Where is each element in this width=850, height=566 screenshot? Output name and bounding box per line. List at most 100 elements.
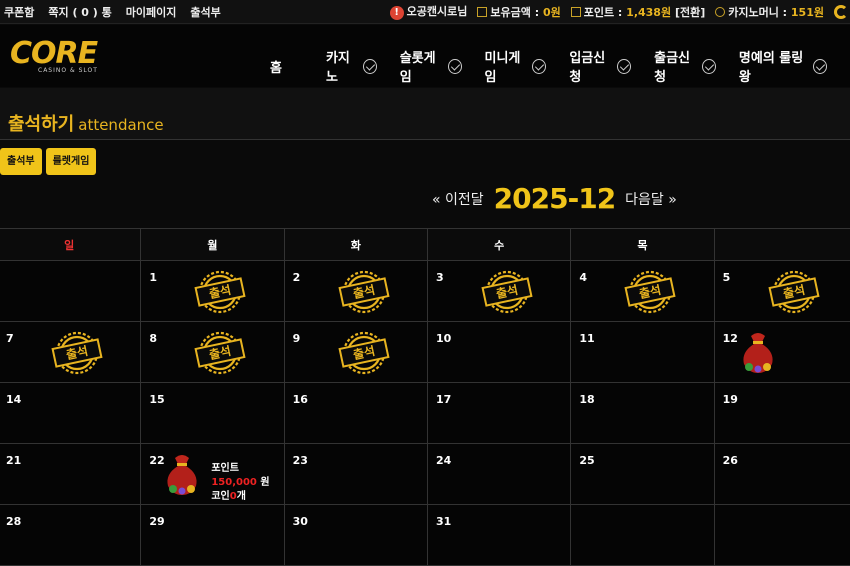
calendar-day-cell: 28	[0, 505, 142, 566]
calendar-day-cell: 9 출석	[284, 322, 428, 383]
casino-money-label: 카지노머니 :	[728, 5, 788, 19]
day-number: 19	[722, 393, 738, 406]
day-number: 2	[292, 271, 301, 284]
reward-info: 포인트 150,000 원 코인0개	[211, 462, 269, 504]
points-icon	[570, 6, 581, 17]
day-number: 7	[6, 332, 14, 345]
menu-deposit[interactable]: 입금신청	[569, 47, 632, 85]
reward-type: 포인트	[211, 463, 239, 474]
weekday-sun: 일	[0, 228, 142, 261]
prev-month-link[interactable]: « 이전달	[432, 189, 484, 209]
menu-label: 카지노	[325, 51, 350, 85]
reward-bag-icon	[739, 330, 777, 374]
mypage-link[interactable]: 마이페이지	[126, 4, 177, 20]
calendar-day-cell: 29	[141, 505, 285, 566]
attendance-stamp-icon: 출석	[191, 330, 249, 376]
calendar-day-cell: 22 포인트 150,000 원 코인0개	[141, 444, 285, 505]
balance-value: 0원	[542, 5, 561, 19]
menu-withdraw[interactable]: 출금신청	[654, 47, 716, 85]
calendar-day-cell: 11	[571, 322, 715, 383]
page-title-en: attendance	[78, 116, 164, 134]
day-number: 18	[579, 393, 595, 406]
points-value: 1,438원	[626, 5, 672, 19]
casino-money-value: 151원	[790, 5, 824, 19]
points-label: 포인트 :	[583, 5, 623, 19]
calendar-week: 21 22 포인트 150,000 원 코인0개 23 24 25 26	[0, 444, 850, 505]
month-navigation: « 이전달 2025-12 다음달 »	[432, 182, 677, 215]
check-circle-icon	[701, 58, 716, 74]
user-info: ! 오공캔시로님 보유금액 : 0원 포인트 : 1,438원 [전환] 카지노머…	[389, 3, 848, 20]
site-logo[interactable]: CORE CASINO & SLOT	[10, 39, 106, 79]
calendar-day-cell: 21	[0, 444, 142, 505]
balance-group: 보유금액 : 0원	[477, 4, 561, 20]
calendar-day-cell: 10	[427, 322, 572, 383]
day-number: 25	[579, 454, 595, 467]
top-utility-bar: 쿠폰함 쪽지 ( 0 ) 통 마이페이지 출석부 ! 오공캔시로님 보유금액 : …	[0, 0, 850, 24]
attendance-link[interactable]: 출석부	[190, 4, 220, 20]
coin-unit: 개	[236, 491, 246, 502]
reward-coin-line: 코인0개	[211, 490, 269, 504]
reward-amount-line: 150,000 원	[211, 476, 269, 490]
calendar-day-cell: 14	[0, 383, 142, 444]
coupon-link[interactable]: 쿠폰함	[4, 4, 34, 20]
calendar-day-cell: 12	[714, 322, 850, 383]
coin-label: 코인	[211, 491, 230, 502]
next-month-link[interactable]: 다음달 »	[625, 189, 677, 209]
main-nav: CORE CASINO & SLOT 홈 카지노 슬롯게임 미니게임 입금신청 …	[0, 25, 850, 87]
menu-home[interactable]: 홈	[270, 47, 282, 85]
attendance-stamp-icon: 출석	[191, 269, 249, 315]
points-convert-button[interactable]: [전환]	[675, 6, 705, 19]
calendar-day-cell: 19	[714, 383, 850, 444]
page-title: 출석하기 attendance	[8, 110, 164, 136]
main-menu: 홈 카지노 슬롯게임 미니게임 입금신청 출금신청 명예의 룰링왕	[270, 47, 850, 85]
calendar-day-cell: 31	[427, 505, 572, 566]
calendar-day-cell: 30	[284, 505, 428, 566]
message-link[interactable]: 쪽지 ( 0 ) 통	[48, 4, 111, 20]
weekday-mon: 월	[141, 228, 285, 261]
day-number: 15	[149, 393, 165, 406]
user-name[interactable]: 오공캔시로님	[407, 5, 468, 18]
calendar-day-cell: 8 출석	[141, 322, 285, 383]
calendar-day-cell: 4 출석	[571, 261, 715, 322]
coin-value: 0	[229, 491, 237, 502]
day-number: 30	[292, 515, 308, 528]
attendance-stamp-icon: 출석	[765, 269, 823, 315]
calendar-week: 7 출석 8 출석 9 출석 10 11 12	[0, 322, 850, 383]
calendar-day-cell: 16	[284, 383, 428, 444]
menu-minigame[interactable]: 미니게임	[485, 47, 547, 85]
menu-casino[interactable]: 카지노	[326, 47, 377, 85]
day-number: 8	[149, 332, 157, 345]
attendance-calendar: 일 월 화 수 목 1 출석 2 출석 3 출석 4 출석 5 출석 7 출석 8 출석 9 출석 10 11 12…	[0, 228, 850, 566]
reward-amount: 150,000	[211, 477, 257, 488]
tab-attendance[interactable]: 출석부	[0, 148, 42, 175]
calendar-day-cell: 25	[571, 444, 715, 505]
weekday-header: 일 월 화 수 목	[0, 228, 850, 261]
day-number: 16	[292, 393, 308, 406]
calendar-week: 1 출석 2 출석 3 출석 4 출석 5 출석	[0, 261, 850, 322]
menu-label: 홈	[270, 60, 282, 76]
day-number: 10	[435, 332, 452, 345]
attendance-stamp-icon: 출석	[335, 269, 393, 315]
calendar-week: 28 29 30 31	[0, 505, 850, 566]
calendar-day-cell: 7 출석	[0, 322, 142, 383]
menu-slot[interactable]: 슬롯게임	[400, 47, 462, 85]
reward-bag-icon	[163, 452, 201, 496]
tab-roulette[interactable]: 룰렛게임	[45, 148, 97, 175]
weekday-tue: 화	[284, 228, 428, 261]
attendance-stamp-icon: 출석	[48, 330, 106, 376]
casino-money-group: 카지노머니 : 151원	[715, 4, 824, 20]
wallet-icon	[477, 6, 488, 17]
day-number: 4	[579, 271, 587, 284]
refresh-icon[interactable]	[834, 4, 848, 19]
day-number: 23	[292, 454, 308, 467]
calendar-weeks: 1 출석 2 출석 3 출석 4 출석 5 출석 7 출석 8 출석 9 출석 10 11 12 14 15 16 17 18…	[0, 261, 850, 566]
calendar-day-cell: 2 출석	[284, 261, 428, 322]
day-number: 21	[6, 454, 22, 467]
menu-hall-of-fame[interactable]: 명예의 룰링왕	[739, 47, 827, 85]
logo-text: CORE	[10, 36, 98, 71]
day-number: 14	[6, 393, 22, 406]
check-circle-icon	[617, 58, 632, 74]
day-number: 26	[722, 454, 738, 467]
check-circle-icon	[447, 58, 462, 74]
day-number: 24	[435, 454, 452, 467]
